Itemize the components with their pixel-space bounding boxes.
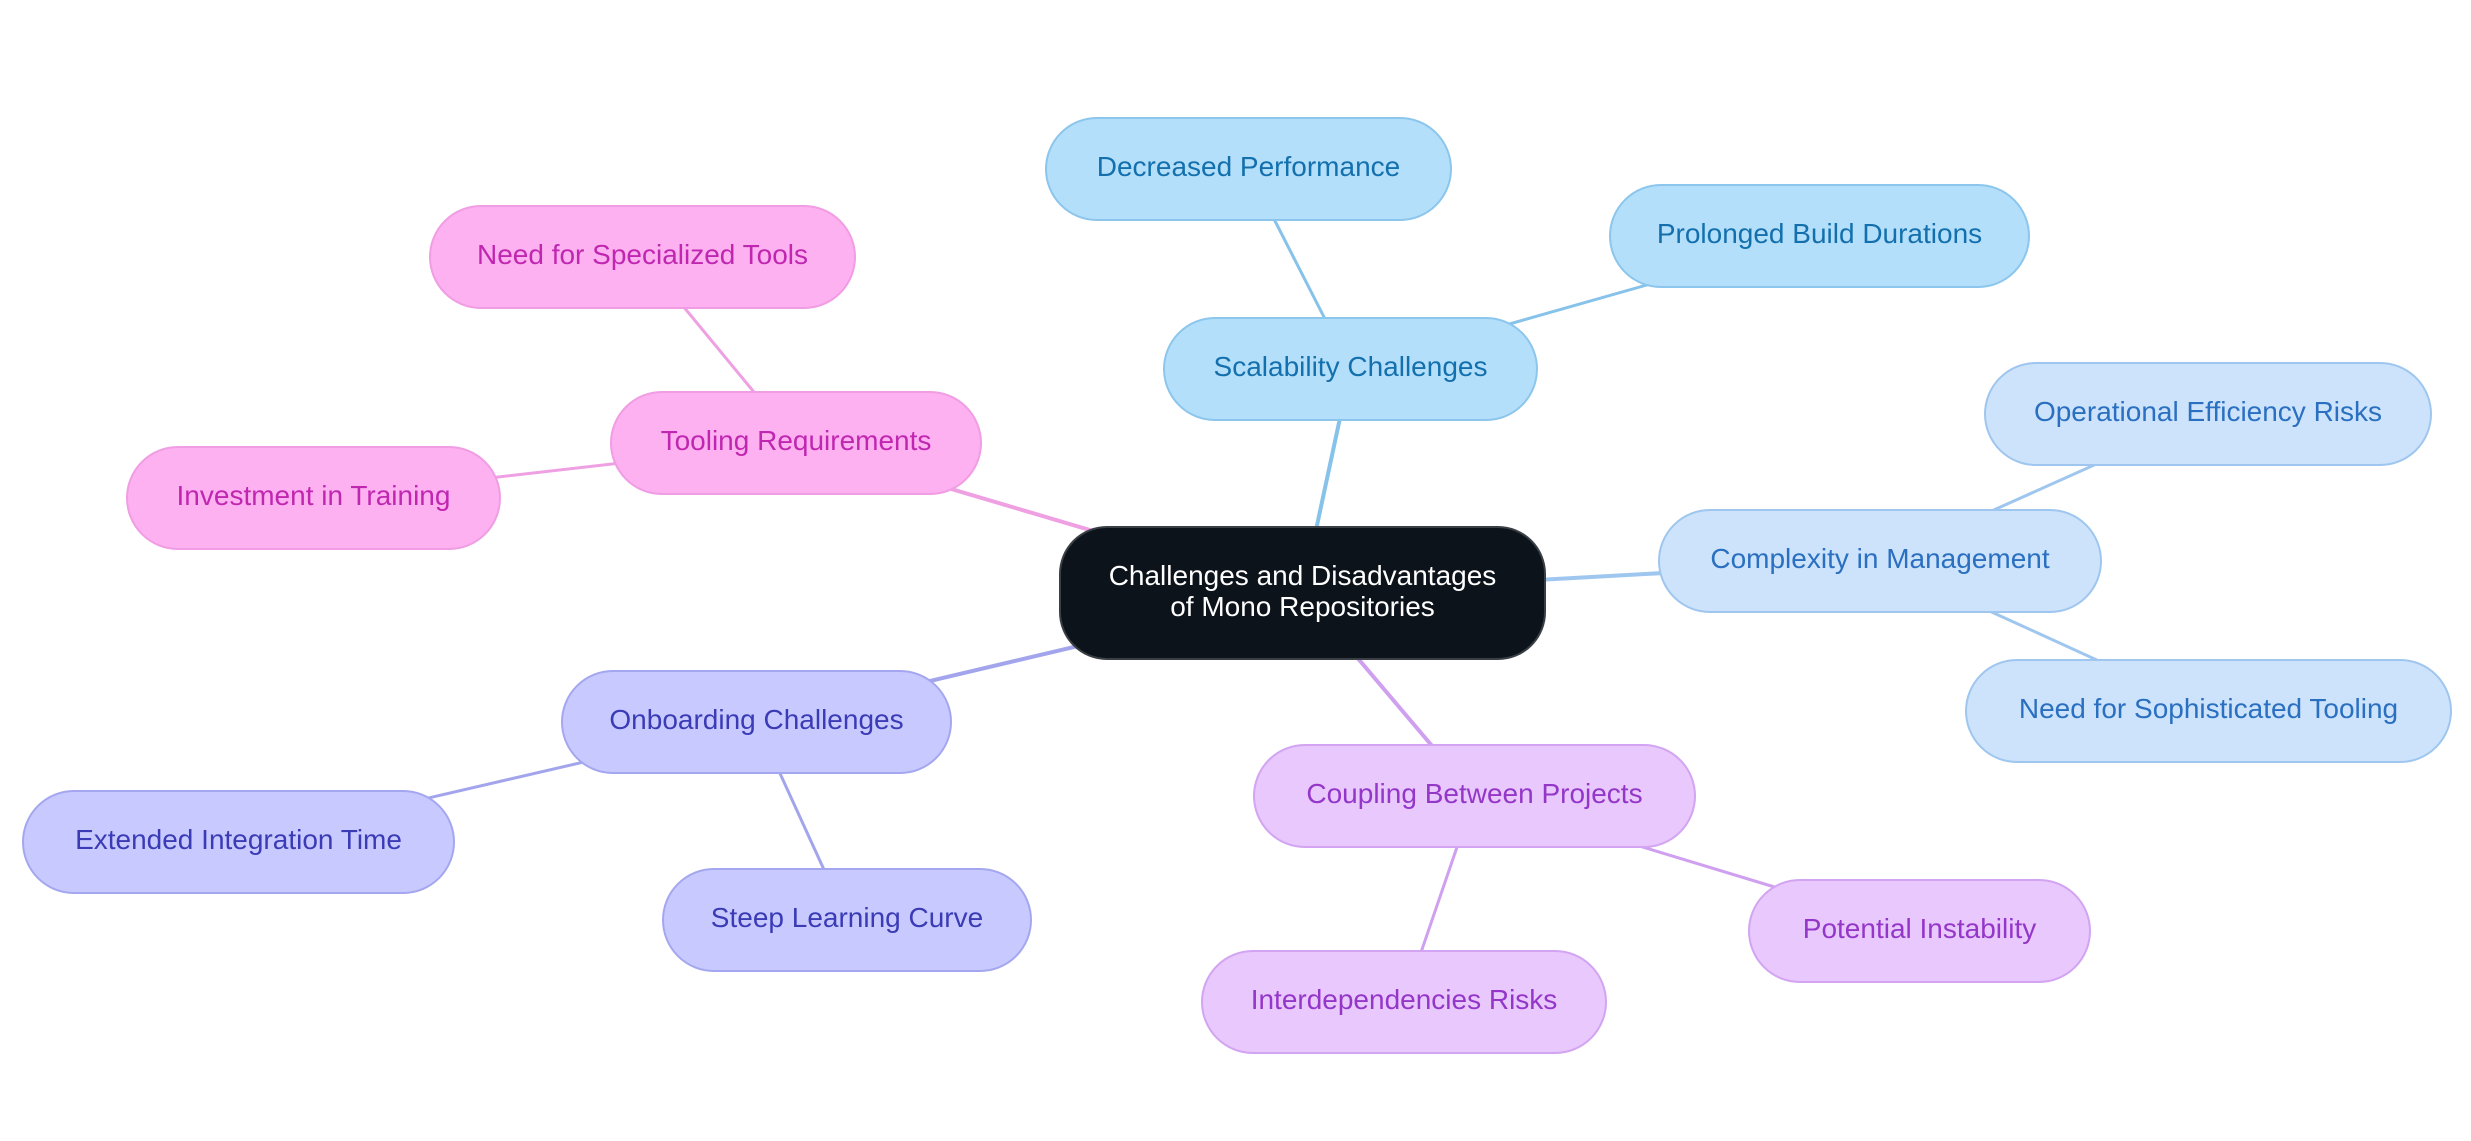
node-specialized-tools[interactable]: Need for Specialized Tools	[429, 205, 856, 309]
node-label: Investment in Training	[176, 480, 451, 511]
node-label: Decreased Performance	[1096, 151, 1401, 182]
node-label: Prolonged Build Durations	[1656, 218, 1983, 249]
node-potential-instability[interactable]: Potential Instability	[1748, 879, 2091, 983]
node-onboarding[interactable]: Onboarding Challenges	[561, 670, 952, 774]
node-interdependencies[interactable]: Interdependencies Risks	[1201, 950, 1607, 1054]
node-label: Complexity in Management	[1710, 543, 2050, 574]
node-investment-training[interactable]: Investment in Training	[126, 446, 501, 550]
node-complexity[interactable]: Complexity in Management	[1658, 509, 2102, 613]
node-steep-learning[interactable]: Steep Learning Curve	[662, 868, 1032, 972]
node-label: Operational Efficiency Risks	[2033, 396, 2383, 427]
node-label: Coupling Between Projects	[1306, 778, 1643, 809]
node-operational-efficiency[interactable]: Operational Efficiency Risks	[1984, 362, 2432, 466]
node-tooling[interactable]: Tooling Requirements	[610, 391, 982, 495]
node-label: Interdependencies Risks	[1250, 984, 1558, 1015]
node-scalability[interactable]: Scalability Challenges	[1163, 317, 1538, 421]
node-decreased-performance[interactable]: Decreased Performance	[1045, 117, 1452, 221]
node-label: Need for Sophisticated Tooling	[2018, 693, 2399, 724]
node-label: Need for Specialized Tools	[476, 239, 808, 270]
node-sophisticated-tooling[interactable]: Need for Sophisticated Tooling	[1965, 659, 2452, 763]
node-root-label: Challenges and Disadvantages of Mono Rep…	[1109, 560, 1497, 622]
node-root[interactable]: Challenges and Disadvantages of Mono Rep…	[1059, 526, 1546, 660]
root-label-line-1: Challenges and Disadvantages	[1108, 560, 1497, 591]
node-label: Scalability Challenges	[1213, 351, 1488, 382]
node-label: Tooling Requirements	[660, 425, 932, 456]
node-label: Onboarding Challenges	[609, 704, 904, 735]
mindmap-canvas: Challenges and Disadvantages of Mono Rep…	[0, 0, 2471, 1141]
node-prolonged-build[interactable]: Prolonged Build Durations	[1609, 184, 2030, 288]
node-label: Steep Learning Curve	[710, 902, 984, 933]
node-coupling[interactable]: Coupling Between Projects	[1253, 744, 1696, 848]
node-extended-integration[interactable]: Extended Integration Time	[22, 790, 455, 894]
root-label-line-2: of Mono Repositories	[1170, 591, 1435, 622]
node-label: Potential Instability	[1802, 913, 2037, 944]
node-label: Extended Integration Time	[75, 824, 402, 855]
